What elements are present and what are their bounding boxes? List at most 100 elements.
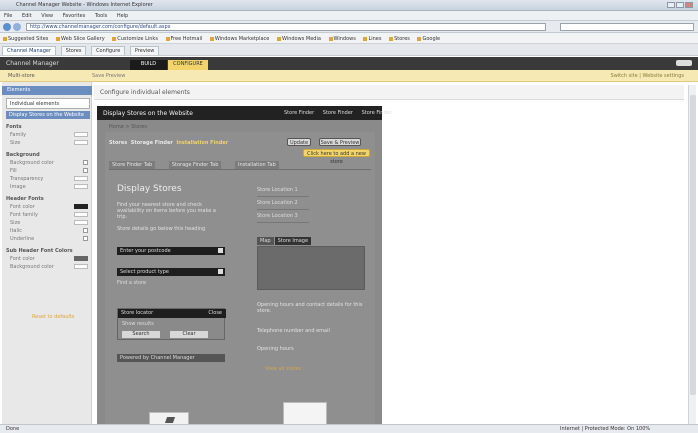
intro-text: Find your nearest store and check availa… [117, 202, 216, 220]
details-label: Store details go below this heading [117, 226, 206, 232]
bookmark-item[interactable]: Windows [329, 36, 356, 42]
stores-heading: Stores Storage Finder Installation Finde… [109, 140, 229, 146]
sidebar-row: Background color [10, 264, 90, 270]
menu-view[interactable]: View [41, 13, 53, 19]
postcode-input[interactable]: Enter your postcode [117, 247, 225, 255]
sidebar-row: Image [10, 184, 90, 190]
app-header: Channel Manager BUILD CONFIGURE [0, 57, 698, 70]
element-select[interactable]: Individual elements [6, 98, 90, 109]
color-swatch[interactable] [83, 160, 88, 165]
view-all-stores-link[interactable]: View all stores [265, 366, 301, 372]
close-link[interactable]: Close [208, 309, 222, 318]
menu-tools[interactable]: Tools [95, 13, 107, 19]
bookmark-item[interactable]: Customize Links [112, 36, 158, 42]
browser-tab[interactable]: Channel Manager [2, 46, 57, 55]
tab-installation[interactable]: Installation Tab [235, 161, 279, 169]
preview-site-title: Display Stores on the Website [103, 110, 193, 117]
store-location-link[interactable]: Store Location 2 [257, 197, 309, 210]
tab-build[interactable]: BUILD [130, 60, 167, 70]
bookmark-item[interactable]: Suggested Sites [3, 36, 48, 42]
bookmark-item[interactable]: Windows Media [277, 36, 321, 42]
save-preview-button[interactable]: Save & Preview [319, 138, 361, 146]
site-subheader: Multi-store Save Preview Switch site | W… [0, 70, 698, 82]
page-title-bar: Configure individual elements [94, 85, 684, 100]
font-color-swatch[interactable] [74, 256, 88, 261]
powered-by-bar: Powered by Channel Manager [117, 354, 225, 362]
close-icon[interactable] [685, 2, 693, 8]
tab-configure[interactable]: CONFIGURE [168, 60, 208, 70]
sidebar-row: Size [10, 220, 90, 226]
sidebar-row: Font color [10, 256, 90, 262]
find-store-link[interactable]: Find a store [117, 280, 146, 286]
sidebar-row: Italic [10, 228, 90, 234]
bookmark-item[interactable]: Lines [363, 36, 381, 42]
browser-tab[interactable]: Preview [129, 46, 160, 55]
preview-header: Display Stores on the Website Store Find… [97, 106, 392, 120]
font-family-select[interactable] [74, 212, 88, 217]
site-name: Multi-store [8, 73, 35, 79]
preview-breadcrumb: Home > Stores [109, 124, 147, 130]
preview-nav-item[interactable]: Store Finder [284, 110, 314, 116]
bookmark-item[interactable]: Google [417, 36, 440, 42]
browser-statusbar: Done Internet | Protected Mode: On 100% [0, 424, 698, 433]
clear-button[interactable]: Clear [170, 331, 208, 338]
tab-store-finder[interactable]: Store Finder Tab [109, 161, 156, 169]
address-bar[interactable]: http://www.channelmanager.com/configure/… [26, 23, 546, 31]
product-type-select[interactable]: Select product type [117, 268, 225, 276]
site-settings-links[interactable]: Switch site | Website settings [611, 73, 684, 79]
image-tabs: Map Store Image [257, 237, 312, 245]
preview-nav-item[interactable]: Store Finder [323, 110, 353, 116]
browser-tab[interactable]: Stores [60, 46, 87, 55]
store-image [257, 246, 365, 290]
back-icon[interactable] [3, 23, 11, 31]
forward-icon[interactable] [13, 23, 21, 31]
image-input[interactable] [74, 184, 88, 189]
image-icon [164, 417, 176, 423]
browser-search-input[interactable] [560, 23, 694, 31]
signout-button[interactable] [676, 60, 692, 66]
menu-help[interactable]: Help [117, 13, 128, 19]
bookmark-item[interactable]: Stores [389, 36, 410, 42]
bookmark-item[interactable]: Windows Marketplace [210, 36, 270, 42]
font-family-select[interactable] [74, 132, 88, 137]
store-location-link[interactable]: Store Location 3 [257, 210, 309, 223]
scrollbar-thumb[interactable] [690, 95, 696, 395]
display-stores-heading: Display Stores [117, 184, 182, 194]
sidebar-row: Underline [10, 236, 90, 242]
tab-store-image[interactable]: Store Image [274, 237, 312, 245]
dropdown-icon [218, 248, 223, 253]
menu-edit[interactable]: Edit [22, 13, 32, 19]
browser-tab[interactable]: Configure [91, 46, 126, 55]
add-store-button[interactable]: Click here to add a new store [303, 149, 370, 165]
search-button[interactable]: Search [122, 331, 160, 338]
preview-nav: Store Finder Store Finder Store Finder [277, 110, 392, 116]
menu-favorites[interactable]: Favorites [63, 13, 86, 19]
browser-titlebar: Channel Manager Website - Windows Intern… [0, 0, 698, 11]
menu-file[interactable]: File [4, 13, 12, 19]
page-scrollbar[interactable] [688, 85, 696, 428]
font-size-select[interactable] [74, 140, 88, 145]
sidebar-accordion[interactable]: Elements [2, 86, 92, 95]
underline-checkbox[interactable] [83, 236, 88, 241]
background-color-input[interactable] [74, 264, 88, 269]
font-color-swatch[interactable] [74, 204, 88, 209]
selected-element[interactable]: Display Stores on the Website [6, 111, 90, 119]
minimize-icon[interactable] [667, 2, 675, 8]
fill-checkbox[interactable] [83, 168, 88, 173]
italic-checkbox[interactable] [83, 228, 88, 233]
preview-nav-item[interactable]: Store Finder [362, 110, 392, 116]
tab-storage-finder[interactable]: Storage Finder Tab [168, 161, 222, 169]
site-actions[interactable]: Save Preview [92, 73, 125, 79]
sidebar-section-title: Fonts [6, 124, 22, 130]
font-size-select[interactable] [74, 220, 88, 225]
store-location-link[interactable]: Store Location 1 [257, 184, 309, 197]
transparency-input[interactable] [74, 176, 88, 181]
bookmark-item[interactable]: Web Slice Gallery [56, 36, 105, 42]
bookmark-item[interactable]: Free Hotmail [166, 36, 203, 42]
reset-link[interactable]: Reset to defaults [32, 314, 74, 320]
store-locator-box: Store locator Close Show results Search C… [117, 308, 226, 340]
tab-map[interactable]: Map [257, 237, 274, 245]
page-title: Configure individual elements [100, 89, 190, 96]
update-button[interactable]: Update [287, 138, 311, 146]
maximize-icon[interactable] [676, 2, 684, 8]
